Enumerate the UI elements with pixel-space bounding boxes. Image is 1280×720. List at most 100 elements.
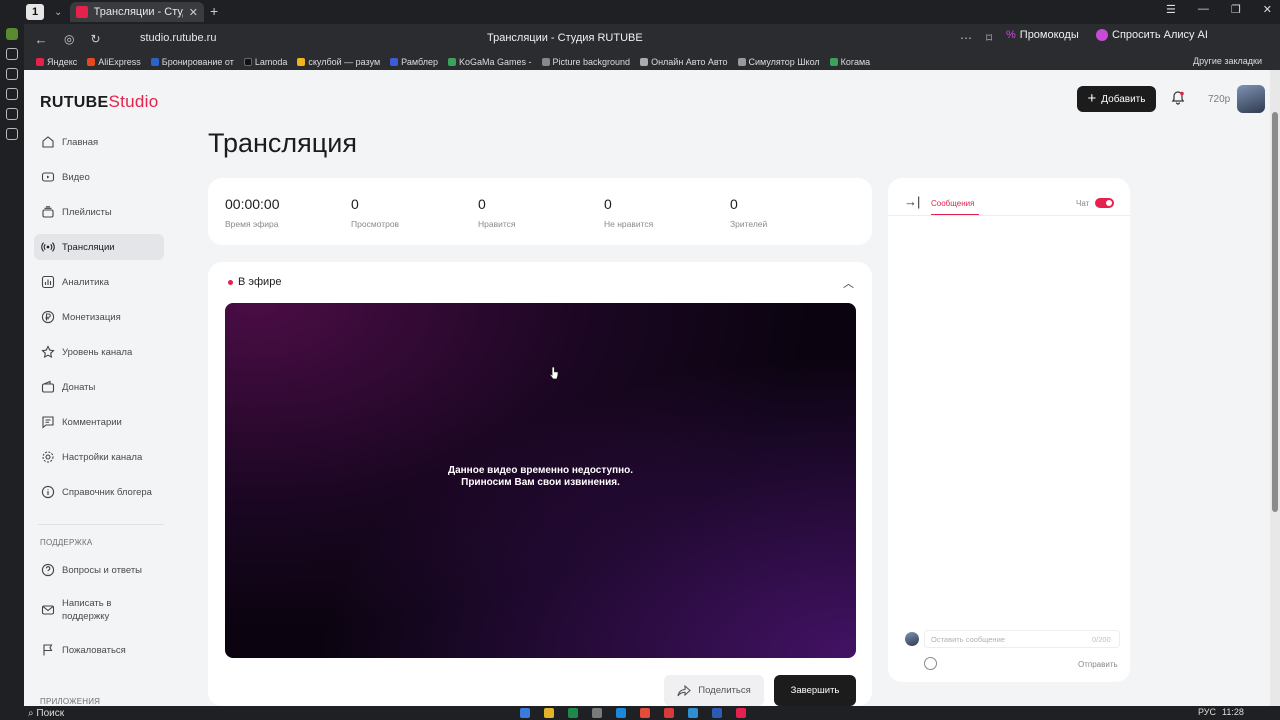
collapse-panel-icon[interactable]: →| [904, 194, 920, 209]
menu-icon[interactable]: ☰ [1166, 3, 1176, 16]
taskbar-app-icon[interactable] [520, 708, 530, 718]
chrome-icon[interactable] [640, 708, 650, 718]
close-tab-icon[interactable]: ✕ [189, 6, 198, 19]
collections-icon[interactable] [6, 108, 18, 120]
url-field[interactable]: studio.rutube.ru [140, 32, 216, 44]
chevron-down-icon[interactable]: ⌄ [54, 7, 62, 18]
minimize-icon[interactable]: — [1198, 3, 1209, 16]
yandex-browser-icon[interactable] [736, 708, 746, 718]
new-tab-icon[interactable]: + [210, 3, 218, 19]
taskbar-app-icon[interactable] [592, 708, 602, 718]
bookmark-item[interactable]: скулбой — разум [297, 57, 380, 67]
apps-grid-icon[interactable] [6, 128, 18, 140]
sidebar-item-home[interactable]: Главная [34, 129, 164, 155]
bookmark-item[interactable]: AliExpress [87, 57, 141, 67]
player-message-line: Данное видео временно недоступно. [447, 465, 634, 476]
opera-icon[interactable] [664, 708, 674, 718]
page-title-bar: Трансляции - Студия RUTUBE [487, 32, 643, 44]
browser-tab[interactable]: Трансляции - Студия RUTUBE ✕ [70, 2, 204, 22]
add-label: Добавить [1101, 93, 1146, 105]
bookmark-icon[interactable]: ⌑ [986, 31, 992, 45]
sidebar-item-label: Аналитика [62, 276, 110, 288]
end-stream-button[interactable]: Завершить [774, 675, 856, 706]
chat-toggle[interactable] [1095, 198, 1114, 208]
folder-icon[interactable] [544, 708, 554, 718]
stat-likes: 0 Нравится [478, 196, 516, 229]
sidebar-item-report[interactable]: Пожаловаться [34, 637, 164, 663]
tab-title: Трансляции - Студия RUTUBE [93, 6, 183, 18]
bookmark-item[interactable]: Яндекс [36, 57, 77, 67]
bell-icon[interactable] [1170, 90, 1186, 106]
avatar[interactable] [1237, 85, 1265, 113]
sidebar-item-blogger-guide[interactable]: Справочник блогера [34, 479, 164, 505]
bookmark-item[interactable]: Симулятор Школ [737, 57, 820, 67]
ruble-icon [41, 310, 55, 324]
screenshot-icon[interactable] [6, 88, 18, 100]
chevron-up-icon[interactable]: ︿ [843, 275, 854, 291]
sidebar-item-comments[interactable]: Комментарии [34, 409, 164, 435]
bookmark-item[interactable]: Рамблер [390, 57, 438, 67]
word-icon[interactable] [712, 708, 722, 718]
edge-icon[interactable] [616, 708, 626, 718]
sidebar-item-label: Вопросы и ответы [62, 564, 143, 576]
window-controls: ☰ — ❐ ✕ [1166, 3, 1272, 16]
other-bookmarks[interactable]: Другие закладки [1193, 56, 1262, 66]
video-player[interactable]: Данное видео временно недоступно. Принос… [225, 303, 856, 658]
app-icon[interactable] [6, 28, 18, 40]
restore-icon[interactable]: ❐ [1231, 3, 1241, 16]
tab-messages[interactable]: Сообщения [931, 199, 974, 208]
excel-icon[interactable] [568, 708, 578, 718]
bookmark-item[interactable]: Lamoda [243, 57, 287, 67]
sidebar-item-analytics[interactable]: Аналитика [34, 269, 164, 295]
more-icon[interactable]: ⋯ [960, 31, 972, 45]
back-icon[interactable]: ← [34, 32, 48, 47]
keyboard-language[interactable]: РУС [1198, 707, 1216, 717]
bookmarks-bar: Яндекс AliExpress Бронирование от Lamoda… [0, 54, 1280, 70]
sidebar-item-donations[interactable]: Донаты [34, 374, 164, 400]
history-icon[interactable] [6, 48, 18, 60]
page-title: Трансляция [208, 128, 357, 158]
close-window-icon[interactable]: ✕ [1263, 3, 1272, 16]
sidebar-item-write-support[interactable]: Написать в поддержку [34, 592, 164, 628]
bookmark-item[interactable]: KoGaMa Games - [447, 57, 532, 67]
sidebar-divider [38, 524, 164, 525]
sidebar-item-channel-level[interactable]: Уровень канала [34, 339, 164, 365]
sidebar-item-monetization[interactable]: Монетизация [34, 304, 164, 330]
send-button[interactable]: Отправить [1078, 660, 1118, 669]
reload-icon[interactable]: ↻ [90, 32, 100, 46]
chat-toggle-label: Чат [1076, 199, 1090, 208]
stat-label: Время эфира [225, 219, 279, 229]
rutube-studio-logo[interactable]: RUTUBEStudio [40, 92, 158, 112]
add-button[interactable]: + Добавить [1077, 86, 1156, 112]
sidebar-item-label: Пожаловаться [62, 644, 126, 656]
page-scrollbar[interactable] [1270, 70, 1280, 706]
message-input[interactable]: Оставить сообщение [924, 630, 1120, 648]
scrollbar-thumb[interactable] [1272, 112, 1278, 512]
taskbar-apps [520, 708, 746, 718]
player-icon[interactable] [6, 68, 18, 80]
alice-button[interactable]: Спросить Алису AI [1096, 29, 1208, 41]
quality-label: 720p [1208, 94, 1231, 105]
sidebar-item-label: Донаты [62, 381, 96, 393]
sidebar-item-playlists[interactable]: Плейлисты [34, 199, 164, 225]
emoji-icon[interactable] [924, 657, 937, 670]
bookmark-item[interactable]: Picture background [541, 57, 630, 67]
bookmark-item[interactable]: Бронирование от [150, 57, 234, 67]
taskbar-app-icon[interactable] [688, 708, 698, 718]
shield-icon[interactable]: ◎ [64, 32, 74, 46]
clock[interactable]: 11:28 [1222, 707, 1244, 717]
flag-icon [43, 644, 53, 656]
star-icon [41, 345, 55, 359]
sidebar-item-label: Трансляции [62, 241, 115, 253]
promo-button[interactable]: % Промокоды [1006, 29, 1079, 41]
bookmark-item[interactable]: Когама [829, 57, 870, 67]
sidebar-item-broadcasts[interactable]: Трансляции [34, 234, 164, 260]
live-card: В эфире ︿ Данное видео временно недоступ… [208, 262, 872, 706]
tab-counter-button[interactable]: 1 [26, 4, 44, 20]
sidebar-item-faq[interactable]: Вопросы и ответы [34, 557, 164, 583]
sidebar-item-video[interactable]: Видео [34, 164, 164, 190]
taskbar-search[interactable]: ⌕ Поиск [28, 708, 64, 719]
bookmark-item[interactable]: Онлайн Авто Авто [640, 57, 728, 67]
sidebar-item-channel-settings[interactable]: Настройки канала [34, 444, 164, 470]
share-button[interactable]: Поделиться [664, 675, 764, 706]
